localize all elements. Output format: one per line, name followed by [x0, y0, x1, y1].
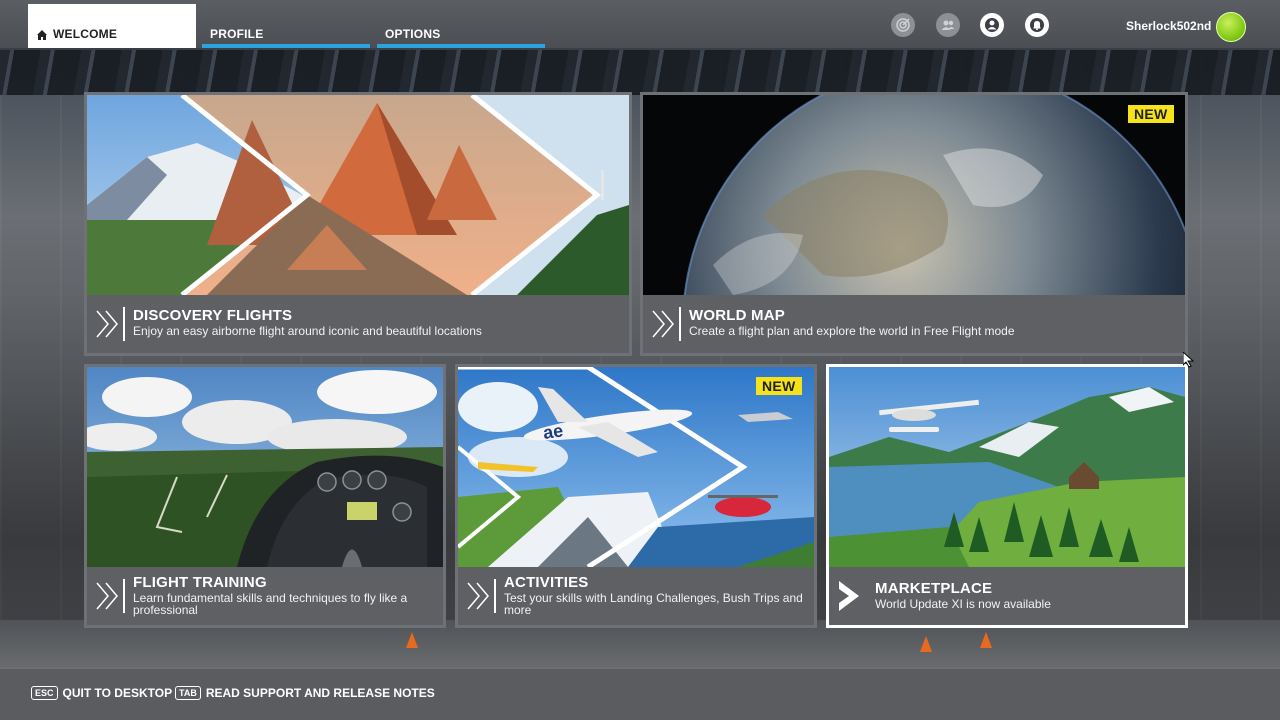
activities-caption: ACTIVITIES Test your skills with Landing…	[458, 567, 814, 625]
discovery-flights-description: Enjoy an easy airborne flight around ico…	[133, 324, 482, 338]
notifications-icon[interactable]	[1025, 13, 1049, 37]
world-map-caption: WORLD MAP Create a flight plan and explo…	[643, 295, 1185, 353]
tab-options-underline	[377, 44, 545, 48]
discovery-flights-tile[interactable]: DISCOVERY FLIGHTS Enjoy an easy airborne…	[84, 92, 632, 356]
achievements-icon[interactable]	[891, 13, 915, 37]
tab-welcome-label: WELCOME	[53, 27, 118, 41]
chevron-right-icon	[96, 307, 125, 341]
world-map-title: WORLD MAP	[689, 307, 785, 324]
esc-key-hint: ESC	[31, 686, 58, 700]
svg-text:ae: ae	[542, 420, 565, 443]
flight-training-description: Learn fundamental skills and techniques …	[133, 591, 408, 617]
chevron-right-icon	[467, 579, 496, 613]
tab-profile[interactable]: PROFILE	[202, 4, 370, 48]
username[interactable]: Sherlock502nd	[1126, 19, 1211, 33]
chevron-right-icon	[96, 579, 125, 613]
traffic-cone	[920, 636, 932, 652]
activities-image: ae	[458, 367, 814, 567]
marketplace-image	[829, 367, 1185, 567]
flight-training-tile[interactable]: FLIGHT TRAINING Learn fundamental skills…	[84, 364, 446, 628]
marketplace-caption: MARKETPLACE World Update XI is now avail…	[829, 567, 1185, 625]
profile-icon[interactable]	[980, 13, 1004, 37]
new-badge: NEW	[1128, 105, 1174, 123]
home-icon	[37, 30, 47, 40]
hangar-roof	[0, 50, 1280, 95]
tab-profile-label: PROFILE	[210, 27, 264, 41]
user-avatar[interactable]	[1216, 12, 1246, 42]
chevron-right-solid-icon	[839, 581, 859, 611]
discovery-flights-caption: DISCOVERY FLIGHTS Enjoy an easy airborne…	[87, 295, 629, 353]
chevron-right-icon	[652, 307, 681, 341]
tab-welcome[interactable]: WELCOME	[28, 4, 196, 48]
flight-training-title: FLIGHT TRAINING	[133, 574, 267, 591]
tab-options-label: OPTIONS	[385, 27, 441, 41]
top-navigation-bar: WELCOME PROFILE OPTIONS Sherlock502nd	[0, 0, 1280, 50]
release-notes-label: READ SUPPORT AND RELEASE NOTES	[205, 686, 435, 700]
marketplace-description: World Update XI is now available	[875, 597, 1051, 611]
world-map-image	[643, 95, 1185, 295]
tab-profile-underline	[202, 44, 370, 48]
activities-tile[interactable]: ae NEW ACTIVITIES Test your skills with …	[455, 364, 817, 628]
friends-icon[interactable]	[936, 13, 960, 37]
marketplace-tile[interactable]: MARKETPLACE World Update XI is now avail…	[826, 364, 1188, 628]
release-notes-button[interactable]: TAB READ SUPPORT AND RELEASE NOTES	[175, 686, 435, 700]
traffic-cone	[406, 632, 418, 648]
flight-training-image	[87, 367, 443, 567]
activities-title: ACTIVITIES	[504, 574, 589, 591]
quit-to-desktop-button[interactable]: ESC QUIT TO DESKTOP	[31, 686, 172, 700]
tab-options[interactable]: OPTIONS	[377, 4, 545, 48]
traffic-cone	[980, 632, 992, 648]
new-badge: NEW	[756, 377, 802, 395]
mouse-cursor-icon	[1183, 352, 1195, 368]
discovery-flights-title: DISCOVERY FLIGHTS	[133, 307, 293, 324]
tab-key-hint: TAB	[175, 686, 201, 700]
quit-to-desktop-label: QUIT TO DESKTOP	[62, 686, 173, 700]
discovery-flights-image	[87, 95, 629, 295]
flight-training-caption: FLIGHT TRAINING Learn fundamental skills…	[87, 567, 443, 625]
world-map-description: Create a flight plan and explore the wor…	[689, 324, 1015, 338]
activities-description: Test your skills with Landing Challenges…	[504, 591, 803, 617]
marketplace-title: MARKETPLACE	[875, 580, 993, 597]
world-map-tile[interactable]: NEW WORLD MAP Create a flight plan and e…	[640, 92, 1188, 356]
